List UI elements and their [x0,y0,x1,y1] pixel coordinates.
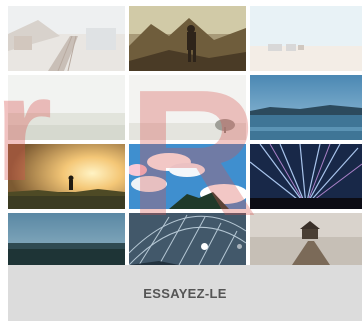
gallery-tile-beach[interactable] [250,6,362,71]
gallery-tile-blue-lake[interactable] [250,75,362,140]
gallery-tile-concert[interactable] [250,144,362,209]
gallery-tile-glass-dome[interactable] [129,213,246,265]
photo-grid [8,6,362,265]
gallery-tile-misty-field[interactable] [8,75,125,140]
gallery-tile-seaside-town[interactable] [8,6,125,71]
gallery-tile-clouds[interactable] [129,144,246,209]
gallery-tile-sunset-runner[interactable] [8,144,125,209]
gallery-tile-dusk-sea[interactable] [8,213,125,265]
carousel-dot-active[interactable] [201,243,208,250]
try-it-button[interactable]: ESSAYEZ-LE [127,278,242,309]
gallery-tile-tree-in-fog[interactable] [129,75,246,140]
image-gallery-widget: r R ESSAYEZ-LE [0,0,362,321]
gallery-tile-hiker[interactable] [129,6,246,71]
cta-footer: ESSAYEZ-LE [8,265,362,321]
gallery-tile-pier[interactable] [250,213,362,265]
carousel-dot[interactable] [237,244,242,249]
